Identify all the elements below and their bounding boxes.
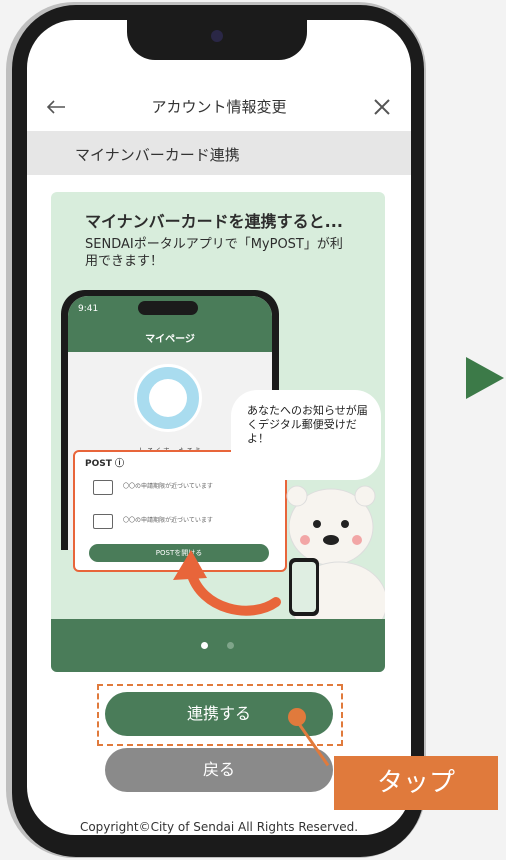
section-bar: マイナンバーカード連携	[27, 131, 411, 175]
tap-annotation: タップ	[334, 756, 498, 810]
dynamic-island	[138, 301, 198, 315]
page-title: アカウント情報変更	[151, 98, 287, 116]
app-header: アカウント情報変更	[27, 80, 411, 135]
mail-icon	[93, 514, 113, 529]
polar-bear-icon	[286, 485, 385, 632]
carousel-card[interactable]: マイナンバーカードを連携すると... SENDAIポータルアプリで「MyPOST…	[51, 192, 385, 672]
phone-screen: アカウント情報変更 マイナンバーカード連携 マイナンバーカードを連携すると...…	[27, 20, 411, 835]
post-row-text: 〇〇の申請期限が近づいています	[123, 517, 213, 524]
mini-status-bar: 9:41	[68, 296, 272, 322]
play-arrow-icon	[466, 357, 504, 399]
section-title: マイナンバーカード連携	[75, 146, 240, 164]
carousel-dot-active[interactable]	[201, 642, 208, 649]
camera-icon	[211, 30, 223, 42]
speech-text: あなたへのお知らせが届くデジタル郵便受けだよ！	[247, 404, 368, 445]
carousel-footer	[51, 619, 385, 672]
post-row: 〇〇の申請期限が近づいています	[87, 474, 267, 504]
copyright-text: Copyright©City of Sendai All Rights Rese…	[79, 820, 359, 834]
polar-bear-icon	[149, 379, 187, 417]
speech-bubble: あなたへのお知らせが届くデジタル郵便受けだよ！	[231, 390, 381, 480]
post-row-text: 〇〇の申請期限が近づいています	[123, 483, 213, 490]
card-heading: マイナンバーカードを連携すると...	[85, 212, 343, 231]
post-row: 〇〇の申請期限が近づいています	[87, 508, 267, 538]
mini-nav: マイページ	[68, 322, 272, 352]
mini-time: 9:41	[78, 304, 99, 314]
mini-nav-title: マイページ	[145, 334, 195, 345]
card-description: SENDAIポータルアプリで「MyPOST」が利用できます！	[85, 237, 343, 269]
avatar	[134, 364, 202, 432]
mail-open-icon	[93, 480, 113, 495]
close-icon[interactable]	[367, 92, 397, 122]
notch	[127, 20, 307, 60]
carousel-dot[interactable]	[227, 642, 234, 649]
back-button[interactable]: 戻る	[105, 748, 333, 792]
post-label: POST ⓘ	[85, 459, 125, 469]
